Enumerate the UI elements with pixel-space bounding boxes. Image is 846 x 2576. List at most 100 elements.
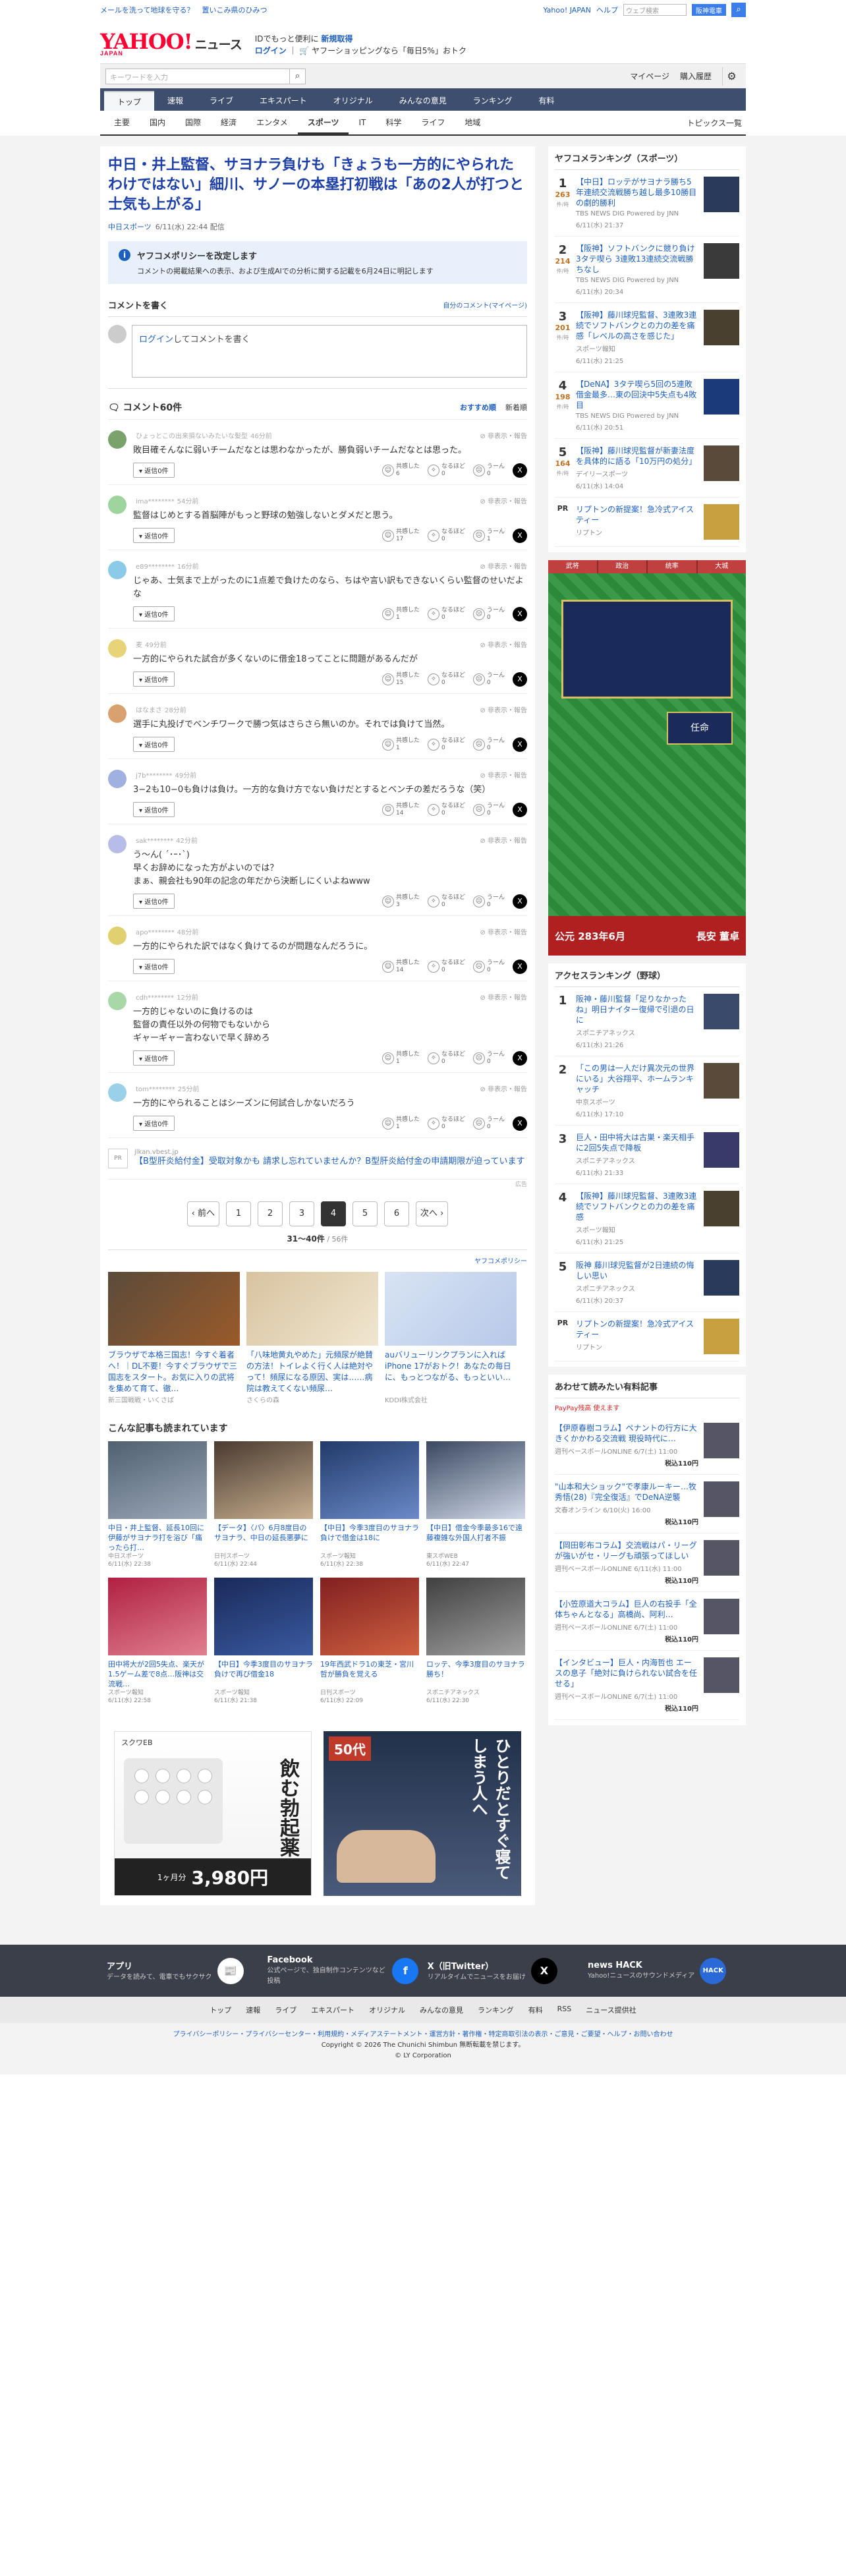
hmm-button[interactable]: ☹ うーん 0: [472, 672, 505, 687]
hmm-button[interactable]: ☹ うーん 0: [472, 463, 505, 478]
yahoo-japan-link[interactable]: Yahoo! JAPAN: [543, 6, 591, 14]
avatar[interactable]: [108, 927, 127, 945]
insight-button[interactable]: ✧ なるほど 0: [427, 672, 465, 687]
insight-button[interactable]: ✧ なるほど 0: [427, 803, 465, 817]
paid-title[interactable]: 【小笠原道大コラム】巨人の右投手「全体ちゃんとなる」高橋尚、阿利…: [555, 1599, 698, 1620]
gnav-live[interactable]: ライブ: [196, 91, 246, 111]
ranking-title[interactable]: 【中日】ロッテがサヨナラ勝ち5年連続交流戦勝ち越し最多10勝目の劇的勝利: [576, 177, 698, 208]
footer-nav-item[interactable]: オリジナル: [369, 2005, 405, 2015]
topics-list-link[interactable]: トピックス一覧: [687, 117, 742, 129]
access-item[interactable]: 4 【阪神】藤川球児監督、3連敗3連続でソフトバンクとの力の差を痛感 スポーツ報知 6…: [555, 1184, 739, 1253]
avatar[interactable]: [108, 835, 127, 853]
avatar[interactable]: [108, 561, 127, 579]
x-share-icon[interactable]: X: [513, 737, 527, 752]
source-link[interactable]: 中日スポーツ: [108, 223, 152, 231]
comment-user[interactable]: cdh******** 12分前: [133, 992, 198, 1002]
ranking-item[interactable]: 2 214 件/時 【阪神】ソフトバンクに競り負け 3タテ喫ら 3連敗13連続交流戦勝…: [555, 237, 739, 303]
paid-title[interactable]: "山本和大ショック"で孝康ルーキー…牧秀悟(28)『完全復活』でDeNA逆襲: [555, 1481, 698, 1503]
reply-button[interactable]: ▾ 返信0件: [133, 1116, 175, 1131]
x-share-icon[interactable]: X: [513, 1116, 527, 1131]
article-card[interactable]: 19年西武ドラ1の東芝・宮川哲が勝負を覚える 日刊スポーツ 6/11(水) 22:0…: [320, 1578, 419, 1705]
page-1[interactable]: 1: [226, 1201, 251, 1226]
article-card-title[interactable]: 【中日】借金今季最多16で遠藤複雑な外国人打者不振: [426, 1523, 525, 1553]
page-3[interactable]: 3: [289, 1201, 314, 1226]
gnav-top[interactable]: トップ: [104, 91, 155, 111]
ad-card[interactable]: ブラウザで本格三国志！今すぐ着者へ！｜DL不要！今すぐブラウザで三国志をスタート…: [108, 1272, 240, 1404]
paid-item[interactable]: 【インタビュー】巨人・内海哲也 エースの息子「絶対に負けられない試合を任せる」週…: [555, 1651, 739, 1720]
comment-user[interactable]: sak******** 42分前: [133, 835, 198, 845]
signup-link[interactable]: 新規取得: [321, 34, 352, 43]
paid-title[interactable]: 【伊原春樹コラム】ペナントの行方に大きくかかわる交流戦 現役時代に…: [555, 1423, 698, 1444]
paid-title[interactable]: 【インタビュー】巨人・内海哲也 エースの息子「絶対に負けられない試合を任せる」: [555, 1657, 698, 1689]
access-item[interactable]: 1 阪神・藤川監督「足りなかったね」明日ナイター復帰で引退の日に スポニチアネックス…: [555, 987, 739, 1056]
ad-title[interactable]: auバリューリンクプランに入ればiPhone 17がおトク！あなたの毎日に、もっ…: [385, 1350, 517, 1394]
empathy-button[interactable]: ☺ 共感した 14: [381, 803, 420, 817]
empathy-button[interactable]: ☺ 共感した 1: [381, 1051, 420, 1066]
comment-input[interactable]: ログインしてコメントを書く: [132, 325, 527, 378]
x-share-icon[interactable]: X: [513, 606, 527, 621]
empathy-button[interactable]: ☺ 共感した 1: [381, 737, 420, 752]
history-link[interactable]: 購入履歴: [680, 71, 712, 82]
article-card-title[interactable]: 田中将大が2回5失点、楽天が1.5ゲーム差で8点…阪神は交流戦…: [108, 1659, 207, 1689]
avatar[interactable]: [108, 430, 127, 449]
ad-card[interactable]: 「八味地黄丸やめた」元頻尿が絶賛の方法！トイレよく行く人は絶対やって！頻尿になる…: [246, 1272, 378, 1404]
hmm-button[interactable]: ☹ うーん 0: [472, 894, 505, 909]
ranking-title[interactable]: 【阪神】藤川球児監督、3連敗3連続でソフトバンクとの力の差を痛感「レベルの高さを…: [576, 310, 698, 341]
yahoo-comment-policy-link[interactable]: ヤフコメポリシー: [108, 1249, 527, 1265]
comment-user[interactable]: ひょっとこの出来損ないみたいな髪型 46分前: [133, 430, 272, 440]
reply-button[interactable]: ▾ 返信0件: [133, 959, 175, 974]
ad-card[interactable]: auバリューリンクプランに入ればiPhone 17がおトク！あなたの毎日に、もっ…: [385, 1272, 517, 1404]
ranking-item[interactable]: 1 263 件/時 【中日】ロッテがサヨナラ勝ち5年連続交流戦勝ち越し最多10勝目の劇…: [555, 170, 739, 237]
empathy-button[interactable]: ☺ 共感した 1: [381, 1116, 420, 1131]
report-link[interactable]: ⊘ 非表示・報告: [480, 835, 527, 845]
x-share-icon[interactable]: X: [513, 894, 527, 909]
article-title[interactable]: 中日・井上監督、サヨナラ負けも「きょうも一方的にやられたわけではない」細川、サノ…: [108, 156, 527, 215]
avatar[interactable]: [108, 704, 127, 723]
article-card[interactable]: 【データ】〈パ〉6月8度目のサヨナラ、中日の延長悪夢に 日刊スポーツ 6/11(水)…: [214, 1441, 313, 1568]
report-link[interactable]: ⊘ 非表示・報告: [480, 639, 527, 649]
cat-life[interactable]: ライフ: [411, 110, 455, 135]
reply-button[interactable]: ▾ 返信0件: [133, 894, 175, 909]
reply-button[interactable]: ▾ 返信0件: [133, 672, 175, 687]
x-share-icon[interactable]: X: [513, 802, 527, 817]
article-card-title[interactable]: 中日・井上監督、延長10回に伊藤がサヨナラ打を浴び「痛ったら打…: [108, 1523, 207, 1553]
hmm-button[interactable]: ☹ うーん 0: [472, 737, 505, 752]
access-item[interactable]: 3 巨人・田中将大は古巣・楽天相手に2回5失点で降板 スポニチアネックス 6/11(水…: [555, 1126, 739, 1184]
hmm-button[interactable]: ☹ うーん 0: [472, 1051, 505, 1066]
paid-item[interactable]: 【伊原春樹コラム】ペナントの行方に大きくかかわる交流戦 現役時代に… 週刊ベースボ…: [555, 1416, 739, 1475]
article-card-title[interactable]: 19年西武ドラ1の東芝・宮川哲が勝負を覚える: [320, 1659, 419, 1689]
hmm-button[interactable]: ☹ うーん 0: [472, 1116, 505, 1131]
report-link[interactable]: ⊘ 非表示・報告: [480, 927, 527, 936]
reply-button[interactable]: ▾ 返信0件: [133, 1050, 175, 1066]
ad-title[interactable]: 「八味地黄丸やめた」元頻尿が絶賛の方法！トイレよく行く人は絶対やって！頻尿になる…: [246, 1350, 378, 1394]
avatar[interactable]: [108, 770, 127, 788]
medicine-ad[interactable]: スクワEB 飲む勃起薬 1ヶ月分 3,980円: [114, 1731, 312, 1896]
gnav-ranking[interactable]: ランキング: [460, 91, 526, 111]
article-card-title[interactable]: 【中日】今季3度目のサヨナラ負けで借金は18に: [320, 1523, 419, 1553]
comment-user[interactable]: apo******** 48分前: [133, 927, 198, 936]
report-link[interactable]: ⊘ 非表示・報告: [480, 430, 527, 440]
comment-user[interactable]: j7b******** 49分前: [133, 770, 196, 780]
reply-button[interactable]: ▾ 返信0件: [133, 463, 175, 478]
policy-notice[interactable]: i ヤフコメポリシーを改定します コメントの掲載結果への表示、および生成AIでの分…: [108, 241, 527, 284]
avatar[interactable]: [108, 992, 127, 1010]
article-card[interactable]: 【中日】今季3度目のサヨナラ負けで再び借金18 スポーツ報知 6/11(水) 21:…: [214, 1578, 313, 1705]
gnav-opinion[interactable]: みんなの意見: [386, 91, 460, 111]
ranking-title[interactable]: 【阪神】藤川球児監督が新妻法度を具体的に語る「10万円の処分」: [576, 445, 698, 467]
cat-it[interactable]: IT: [349, 110, 376, 135]
ranking-item[interactable]: 4 198 件/時 【DeNA】3タテ喫ら5回の5連敗 借金最多…東の回決中5失点も4…: [555, 372, 739, 439]
paid-item[interactable]: 【岡田彰布コラム】交流戦はパ・リーグが強いがセ・リーグも頑張ってほしい 週刊ベース…: [555, 1533, 739, 1592]
footer-nav-item[interactable]: RSS: [557, 2005, 572, 2015]
report-link[interactable]: ⊘ 非表示・報告: [480, 561, 527, 571]
reply-button[interactable]: ▾ 返信0件: [133, 802, 175, 817]
login-link[interactable]: ログイン: [255, 46, 287, 55]
page-2[interactable]: 2: [258, 1201, 283, 1226]
report-link[interactable]: ⊘ 非表示・報告: [480, 704, 527, 714]
yahoo-news-logo[interactable]: YAHOO! ニュース JAPAN: [100, 31, 242, 57]
top-link-2[interactable]: 置いこみ県のひみつ: [202, 6, 267, 14]
access-title[interactable]: 巨人・田中将大は古巣・楽天相手に2回5失点で降板: [576, 1132, 698, 1153]
ranking-item[interactable]: 5 164 件/時 【阪神】藤川球児監督が新妻法度を具体的に語る「10万円の処分」 デイ…: [555, 439, 739, 498]
help-link[interactable]: ヘルプ: [596, 5, 618, 15]
reply-button[interactable]: ▾ 返信0件: [133, 528, 175, 543]
ranking-title[interactable]: 【阪神】ソフトバンクに競り負け 3タテ喫ら 3連敗13連続交流戦勝ちなし: [576, 243, 698, 275]
